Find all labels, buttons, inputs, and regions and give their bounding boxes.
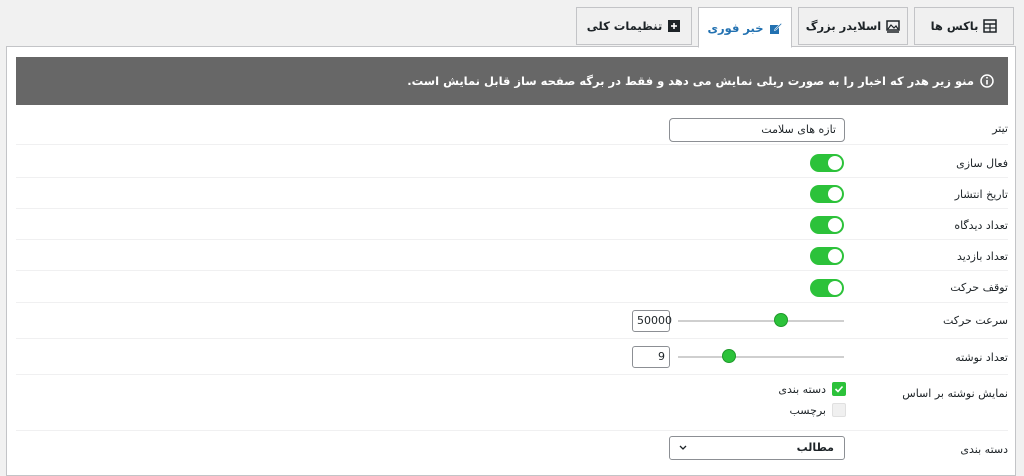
settings-panel: منو زیر هدر که اخبار را به صورت ریلی نما…: [6, 46, 1016, 476]
title-input[interactable]: تازه های سلامت: [669, 118, 845, 142]
publish-date-label: تاریخ انتشار: [954, 188, 1008, 201]
speed-label: سرعت حرکت: [942, 314, 1008, 327]
row-views-count: تعداد بازدید: [16, 240, 1008, 271]
plus-box-icon: [667, 19, 681, 33]
info-icon: [980, 74, 994, 88]
tab-label: باکس ها: [930, 19, 979, 33]
row-posts-count: تعداد نوشته 9: [16, 339, 1008, 375]
tag-option-label: برچسب: [789, 403, 826, 417]
notice-text: منو زیر هدر که اخبار را به صورت ریلی نما…: [407, 74, 974, 88]
tab-label: تنظیمات کلی: [586, 19, 663, 33]
speed-slider-thumb[interactable]: [773, 313, 788, 327]
tab-general-settings[interactable]: تنظیمات کلی: [576, 7, 692, 45]
row-comments-count: تعداد دیدگاه: [16, 209, 1008, 240]
show-by-option-tag[interactable]: برچسب: [789, 402, 846, 418]
speed-number-input[interactable]: 50000: [632, 310, 672, 332]
row-pause-motion: توقف حرکت: [16, 271, 1008, 303]
posts-count-slider[interactable]: [678, 349, 844, 363]
show-by-label: نمایش نوشته بر اساس: [902, 387, 1008, 400]
row-category: دسته بندی مطالب: [16, 431, 1008, 465]
comments-count-toggle[interactable]: [810, 216, 844, 234]
category-select[interactable]: مطالب: [669, 436, 845, 460]
row-publish-date: تاریخ انتشار: [16, 178, 1008, 209]
tab-label: اسلایدر بزرگ: [805, 19, 882, 33]
edit-icon: [769, 21, 783, 35]
pause-motion-label: توقف حرکت: [950, 281, 1008, 294]
row-title: تیتر تازه های سلامت: [16, 113, 1008, 145]
tab-bar: باکس ها اسلایدر بزرگ خبر فوری تنظیمات کل…: [554, 7, 1014, 48]
category-checkbox[interactable]: [832, 382, 846, 396]
tab-boxes[interactable]: باکس ها: [914, 7, 1014, 45]
tab-big-slider[interactable]: اسلایدر بزرگ: [798, 7, 908, 45]
category-select-value: مطالب: [796, 441, 834, 454]
pause-motion-toggle[interactable]: [810, 279, 844, 297]
posts-count-label: تعداد نوشته: [955, 351, 1008, 364]
category-option-label: دسته بندی: [778, 382, 826, 396]
posts-count-number-input[interactable]: 9: [632, 346, 670, 368]
enable-label: فعال سازی: [956, 157, 1008, 170]
enable-toggle[interactable]: [810, 154, 844, 172]
tag-checkbox[interactable]: [832, 403, 846, 417]
row-speed: سرعت حرکت 50000: [16, 303, 1008, 339]
views-count-label: تعداد بازدید: [956, 250, 1008, 263]
tab-label: خبر فوری: [707, 20, 764, 35]
show-by-option-category[interactable]: دسته بندی: [778, 381, 846, 397]
category-label: دسته بندی: [960, 443, 1008, 456]
tab-breaking-news[interactable]: خبر فوری: [698, 7, 792, 48]
title-label: تیتر: [992, 122, 1008, 135]
slider-image-icon: [886, 19, 900, 33]
table-icon: [983, 19, 998, 33]
comments-count-label: تعداد دیدگاه: [954, 219, 1008, 232]
views-count-toggle[interactable]: [810, 247, 844, 265]
row-enable: فعال سازی: [16, 147, 1008, 178]
publish-date-toggle[interactable]: [810, 185, 844, 203]
chevron-down-icon: [678, 441, 688, 455]
speed-slider[interactable]: [678, 313, 844, 327]
row-show-by: نمایش نوشته بر اساس دسته بندی برچسب: [16, 375, 1008, 431]
posts-count-slider-thumb[interactable]: [722, 349, 737, 363]
notice-banner: منو زیر هدر که اخبار را به صورت ریلی نما…: [16, 57, 1008, 105]
